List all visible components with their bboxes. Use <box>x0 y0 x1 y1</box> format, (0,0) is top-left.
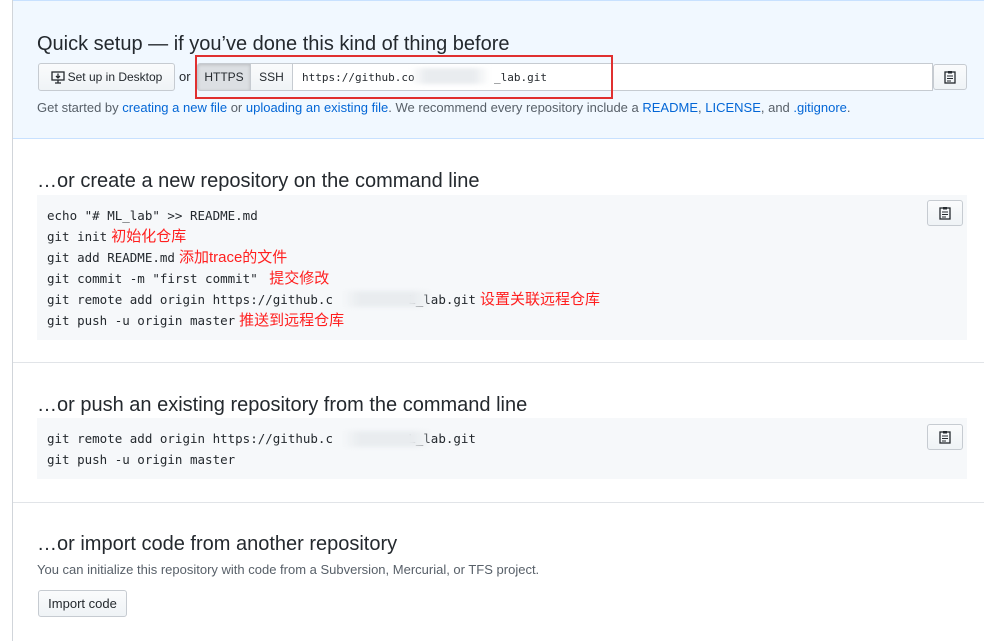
readme-link[interactable]: README <box>642 100 698 115</box>
clone-url-group: HTTPS SSH <box>197 63 933 91</box>
code-line: git push -u origin master <box>47 452 236 467</box>
annotation-note: 添加trace的文件 <box>178 249 288 266</box>
code-line: git push -u origin master 推送到远程仓库 <box>47 310 957 331</box>
import-repo-description: You can initialize this repository with … <box>37 562 540 577</box>
copy-push-repo-button[interactable] <box>927 424 963 450</box>
clipboard-icon <box>939 206 951 220</box>
license-link[interactable]: LICENSE <box>705 100 761 115</box>
push-repo-title: …or push an existing repository from the… <box>37 394 528 416</box>
annotation-note: 提交修改 <box>269 270 330 287</box>
command-text: echo "# ML_lab" >> README.md <box>47 208 258 223</box>
new-repo-code-block: echo "# ML_lab" >> README.md git init 初始化仓… <box>37 195 967 340</box>
annotation-note: 初始化仓库 <box>111 228 187 245</box>
section-divider <box>13 362 984 363</box>
ssh-button[interactable]: SSH <box>251 63 293 91</box>
or-text: or <box>179 69 191 84</box>
help-prefix: Get started by <box>37 100 119 115</box>
new-repo-lines: echo "# ML_lab" >> README.md git init 初始化仓… <box>47 205 957 331</box>
command-text: git init <box>47 229 108 244</box>
code-line: git init 初始化仓库 <box>47 226 957 247</box>
import-repo-title: …or import code from another repository <box>37 533 398 555</box>
quick-setup-title: Quick setup — if you’ve done this kind o… <box>37 33 510 55</box>
quick-setup-panel: Quick setup — if you’ve done this kind o… <box>13 0 984 139</box>
annotation-note: 推送到远程仓库 <box>239 312 345 329</box>
quick-setup-help: Get started by creating a new file or up… <box>37 100 851 115</box>
copy-url-button[interactable] <box>933 64 967 90</box>
clipboard-icon <box>944 70 956 84</box>
redaction-blur <box>342 291 432 307</box>
setup-in-desktop-button[interactable]: Set up in Desktop <box>38 63 175 91</box>
setup-in-desktop-label: Set up in Desktop <box>67 70 163 84</box>
help-or: or <box>230 100 243 115</box>
help-and: , and <box>760 100 790 115</box>
annotation-note: 设置关联远程仓库 <box>479 291 600 308</box>
command-text: git push -u origin master <box>47 313 236 328</box>
new-repo-title: …or create a new repository on the comma… <box>37 170 480 192</box>
https-button[interactable]: HTTPS <box>197 63 251 91</box>
help-end: . <box>846 100 851 115</box>
push-repo-code-block: git remote add origin https://github.c L… <box>37 418 967 479</box>
clone-url-input[interactable] <box>293 63 933 91</box>
section-divider <box>13 502 984 503</box>
repo-setup-frame: Quick setup — if you’ve done this kind o… <box>12 0 984 641</box>
uploading-existing-file-link[interactable]: uploading an existing file <box>246 100 388 115</box>
redaction-blur <box>410 68 490 84</box>
desktop-download-icon <box>50 70 65 84</box>
code-line: git remote add origin https://github.c L… <box>47 431 476 446</box>
creating-new-file-link[interactable]: creating a new file <box>122 100 227 115</box>
command-text: git add README.md <box>47 250 175 265</box>
code-line: echo "# ML_lab" >> README.md <box>47 205 957 226</box>
gitignore-link[interactable]: .gitignore <box>793 100 846 115</box>
copy-new-repo-button[interactable] <box>927 200 963 226</box>
code-line: git commit -m "first commit" 提交修改 <box>47 268 957 289</box>
command-text: git commit -m "first commit" <box>47 271 266 286</box>
redaction-blur <box>342 431 432 447</box>
import-code-button[interactable]: Import code <box>38 590 127 617</box>
clipboard-icon <box>939 430 951 444</box>
push-repo-lines: git remote add origin https://github.c L… <box>47 428 957 470</box>
code-line: git remote add origin https://github.c L… <box>47 289 957 310</box>
help-middle: . We recommend every repository include … <box>388 100 639 115</box>
code-line: git add README.md 添加trace的文件 <box>47 247 957 268</box>
